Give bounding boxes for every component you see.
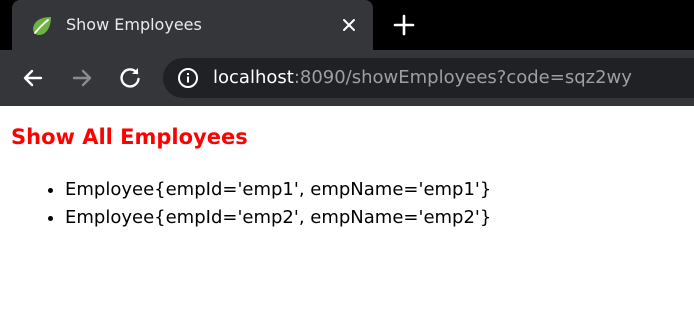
- plus-icon[interactable]: [391, 12, 417, 38]
- page-content: Show All Employees Employee{empId='emp1'…: [0, 106, 694, 316]
- url-host: localhost: [213, 67, 294, 88]
- arrow-right-icon[interactable]: [68, 64, 96, 92]
- browser-tab[interactable]: Show Employees: [12, 0, 373, 50]
- spring-leaf-icon: [33, 17, 51, 35]
- browser-tab-strip: Show Employees: [0, 0, 694, 50]
- close-icon[interactable]: [338, 14, 360, 36]
- page-title: Show All Employees: [11, 125, 248, 149]
- browser-toolbar: localhost:8090/showEmployees?code=sqz2wy: [0, 50, 694, 106]
- reload-icon[interactable]: [116, 64, 144, 92]
- url-path: :8090/showEmployees?code=sqz2wy: [293, 67, 632, 88]
- url-text[interactable]: localhost:8090/showEmployees?code=sqz2wy: [213, 66, 632, 90]
- tab-title: Show Employees: [66, 15, 202, 34]
- arrow-left-icon[interactable]: [19, 64, 47, 92]
- list-item: Employee{empId='emp1', empName='emp1'}: [65, 176, 491, 204]
- list-item: Employee{empId='emp2', empName='emp2'}: [65, 204, 491, 232]
- employee-list: Employee{empId='emp1', empName='emp1'} E…: [0, 176, 491, 232]
- info-icon[interactable]: [177, 67, 199, 89]
- address-bar[interactable]: localhost:8090/showEmployees?code=sqz2wy: [163, 58, 694, 98]
